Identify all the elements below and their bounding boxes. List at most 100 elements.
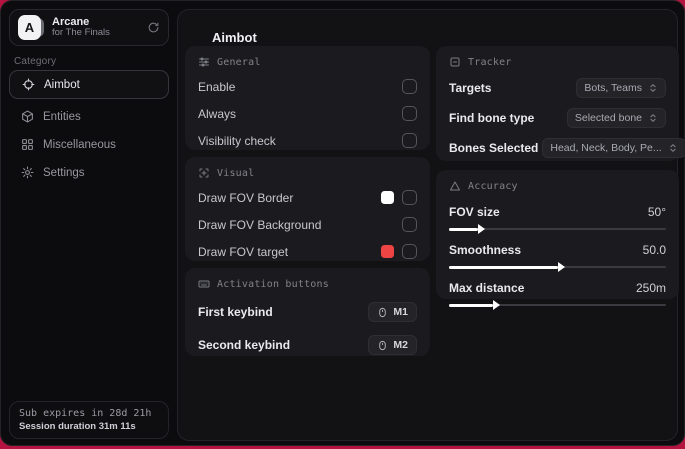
draw-fov-target-checkbox[interactable] [402,244,417,259]
setting-label: Smoothness [449,242,522,257]
slider-thumb[interactable] [478,224,486,234]
app-header-card: A Arcane for The Finals [9,9,169,46]
sidebar-item-label: Miscellaneous [43,138,116,151]
setting-label: Max distance [449,280,525,295]
bones-selected-select[interactable]: Head, Neck, Body, Pe... [542,138,684,158]
main-panel: Aimbot General Enable Always Visibility … [177,9,684,441]
setting-label: Draw FOV Background [198,217,322,232]
smoothness-value: 50.0 [642,242,666,257]
draw-fov-border-checkbox[interactable] [402,190,417,205]
sidebar-item-label: Settings [43,166,85,179]
fov-size-value: 50° [647,204,666,219]
select-value: Bots, Teams [584,82,642,94]
max-distance-slider[interactable] [449,300,666,310]
subscription-info-card: Sub expires in 28d 21h Session duration … [9,401,169,439]
section-title: Activation buttons [217,278,329,290]
sidebar-item-label: Aimbot [44,78,80,91]
first-keybind-button[interactable]: M1 [368,302,417,322]
fov-size-slider[interactable] [449,224,666,234]
box-icon [21,110,34,123]
sidebar-item-label: Entities [43,110,81,123]
targets-select[interactable]: Bots, Teams [576,78,666,98]
section-tracker: Tracker Targets Bots, Teams Find bone ty… [436,46,684,161]
section-activation-buttons: Activation buttons First keybind M1 Seco… [185,268,430,356]
smoothness-group: Smoothness 50.0 [449,241,666,272]
app-meta: Arcane for The Finals [52,16,139,40]
slider-fill [449,300,501,310]
keybind-value: M1 [393,306,408,318]
setting-row-second-keybind: Second keybind M2 [198,335,417,355]
scan-plus-icon [198,167,210,179]
setting-row-first-keybind: First keybind M1 [198,302,417,322]
frame-minus-icon [449,56,461,68]
find-bone-type-select[interactable]: Selected bone [566,108,666,128]
setting-label: Targets [449,81,492,95]
section-title: Tracker [468,56,512,68]
slider-thumb[interactable] [557,262,565,272]
gear-icon [21,166,34,179]
category-label: Category [14,56,57,67]
sub-expires-text: Sub expires in 28d 21h [19,408,152,419]
slider-fill [449,262,565,272]
slider-thumb[interactable] [493,300,501,310]
section-visual-header: Visual [198,167,417,179]
keybind-value: M2 [393,339,408,351]
keyboard-icon [198,278,210,290]
section-tracker-header: Tracker [449,56,666,68]
max-distance-group: Max distance 250m [449,279,666,310]
fov-border-color-swatch[interactable] [381,191,394,204]
sidebar-item-entities[interactable]: Entities [9,102,169,131]
setting-row-visibility-check: Visibility check [198,132,417,149]
chevrons-up-down-icon [668,143,678,153]
chevrons-up-down-icon [648,113,658,123]
sidebar-item-miscellaneous[interactable]: Miscellaneous [9,130,169,159]
fov-size-group: FOV size 50° [449,203,666,234]
triangle-icon [449,180,461,192]
setting-label: Bones Selected [449,141,539,155]
section-activation-header: Activation buttons [198,278,417,290]
slider-fill [449,224,486,234]
crosshair-icon [22,78,35,91]
section-title: Accuracy [468,180,518,192]
setting-row-draw-fov-target: Draw FOV target [198,243,417,260]
section-visual: Visual Draw FOV Border Draw FOV Backgrou… [185,157,430,261]
mouse-icon [377,307,388,318]
setting-row-enable: Enable [198,78,417,95]
visibility-check-checkbox[interactable] [402,133,417,148]
setting-row-draw-fov-border: Draw FOV Border [198,189,417,206]
setting-label: First keybind [198,305,273,319]
sidebar-item-aimbot[interactable]: Aimbot [9,70,169,99]
setting-label: Enable [198,79,236,94]
refresh-icon[interactable] [147,21,160,34]
second-keybind-button[interactable]: M2 [368,335,417,355]
chevrons-up-down-icon [648,83,658,93]
always-checkbox[interactable] [402,106,417,121]
setting-row-find-bone-type: Find bone type Selected bone [449,108,666,128]
enable-checkbox[interactable] [402,79,417,94]
sliders-icon [198,56,210,68]
setting-row-always: Always [198,105,417,122]
setting-label: Draw FOV target [198,244,289,259]
fov-target-color-swatch[interactable] [381,245,394,258]
setting-row-targets: Targets Bots, Teams [449,78,666,98]
smoothness-slider[interactable] [449,262,666,272]
app-logo: A [18,15,44,40]
setting-label: Find bone type [449,111,535,125]
page-title: Aimbot [212,30,257,45]
setting-row-bones-selected: Bones Selected Head, Neck, Body, Pe... [449,138,684,158]
setting-label: Draw FOV Border [198,190,294,205]
slider-header: Smoothness 50.0 [449,241,666,258]
slider-header: Max distance 250m [449,279,666,296]
section-general-header: General [198,56,417,68]
max-distance-value: 250m [635,280,666,295]
app-subtitle: for The Finals [52,27,110,39]
section-general: General Enable Always Visibility check [185,46,430,150]
select-value: Head, Neck, Body, Pe... [550,142,662,154]
draw-fov-background-checkbox[interactable] [402,217,417,232]
mouse-icon [377,340,388,351]
section-title: Visual [217,167,255,179]
logo-letter: A [18,15,41,40]
setting-label: Always [198,106,237,121]
grid-icon [21,138,34,151]
sidebar-item-settings[interactable]: Settings [9,158,169,187]
